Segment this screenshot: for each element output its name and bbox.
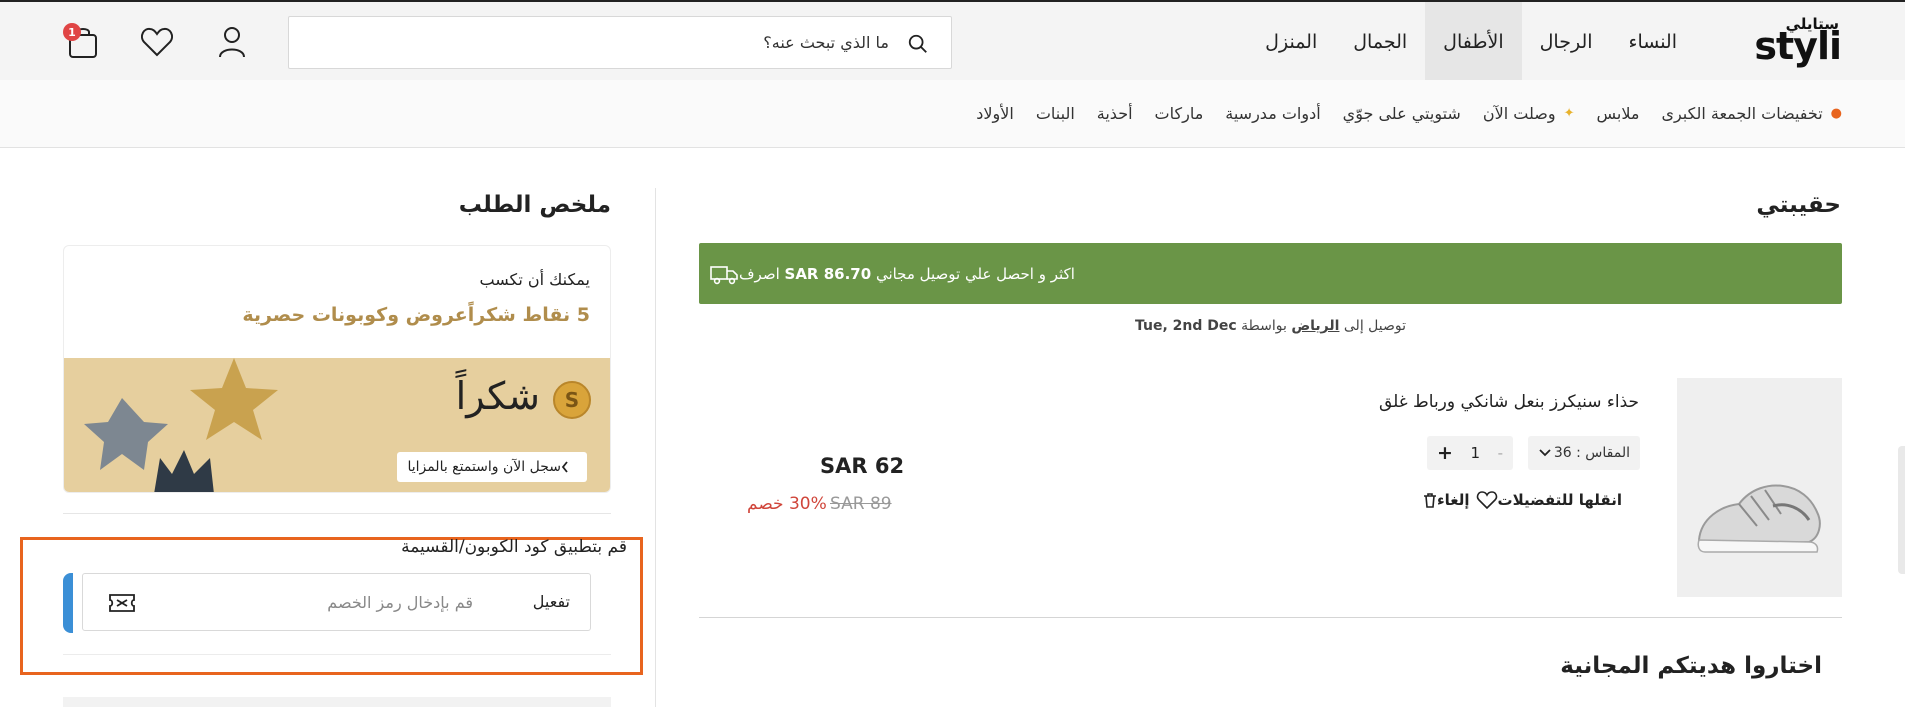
shukran-coin-icon: S [553, 381, 591, 419]
subnav-boys[interactable]: الأولاد [976, 104, 1014, 123]
subnav-clothing[interactable]: ملابس [1596, 104, 1639, 123]
free-shipping-banner: اصرف SAR 86.70 اكثر و احصل علي توصيل مجا… [699, 243, 1842, 304]
fire-icon: ● [1830, 106, 1842, 121]
scrollbar-handle[interactable] [1898, 446, 1905, 574]
nav-women[interactable]: النساء [1611, 2, 1695, 82]
nav-beauty[interactable]: الجمال [1335, 2, 1425, 82]
cart-title: حقيبتي [1756, 192, 1841, 218]
item-actions: إلغاء انقلها للتفضيلات [1417, 490, 1652, 510]
cart-count-badge: 1 [63, 23, 81, 41]
summary-next-block [63, 697, 611, 707]
qty-decrease-button[interactable]: - [1498, 444, 1503, 462]
nav-home[interactable]: المنزل [1247, 2, 1335, 82]
order-summary-title: ملخص الطلب [458, 192, 611, 218]
subnav-label: وصلت الآن [1482, 104, 1556, 123]
chevron-left-icon [561, 461, 568, 473]
product-name[interactable]: حذاء سنيكرز بنعل شانكي ورباط غلق [1379, 392, 1639, 412]
apply-coupon-button[interactable]: تفعيل [533, 592, 570, 611]
free-gift-title: اختاروا هديتكم المجانية [1560, 653, 1822, 679]
item-discount: 30% خصم [747, 494, 827, 514]
banner-suffix: اكثر و احصل علي توصيل مجاني [875, 264, 1075, 283]
banner-amount: SAR 86.70 [784, 264, 872, 283]
logo-latin: styli [1754, 24, 1842, 68]
delivery-by: بواسطة [1241, 318, 1287, 334]
shukran-banner: S شكراً سجل الآن واستمتع بالمزايا [64, 358, 610, 492]
qty-increase-button[interactable]: + [1437, 442, 1453, 464]
delivery-date: Tue, 2nd Dec [1134, 318, 1237, 334]
subnav-label: شتويتي على جوّي [1342, 104, 1461, 123]
subnav-label: تخفيضات الجمعة الكبرى [1661, 104, 1823, 123]
ticket-icon [109, 594, 135, 612]
sneaker-image [1697, 484, 1821, 553]
decorative-stars-icon [84, 358, 278, 492]
trash-icon [1423, 493, 1436, 508]
sparkle-icon: ✦ [1563, 106, 1575, 121]
svg-text:S: S [565, 388, 579, 412]
earn-points-value: 5 نقاط شكراًعروض وكوبونات حصرية [242, 304, 590, 326]
subnav-label: البنات [1035, 104, 1075, 123]
coupon-input[interactable] [143, 574, 473, 630]
heart-icon [1476, 491, 1497, 510]
account-icon[interactable] [213, 23, 251, 61]
subnav-school-supplies[interactable]: أدوات مدرسية [1225, 104, 1320, 123]
top-header: ستايلي styli النساء الرجال الأطفال الجما… [0, 0, 1905, 82]
subnav-girls[interactable]: البنات [1036, 104, 1075, 123]
product-image[interactable] [1677, 378, 1842, 597]
size-dropdown[interactable]: المقاس : 36 [1528, 436, 1640, 470]
delivery-truck-icon [710, 265, 738, 284]
wishlist-label: انقلها للتفضيلات [1497, 491, 1623, 509]
chevron-down-icon [1539, 449, 1551, 457]
search-box [288, 16, 952, 69]
signup-label: سجل الآن واستمتع بالمزايا [407, 459, 561, 475]
signup-benefits-button[interactable]: سجل الآن واستمتع بالمزايا [397, 452, 587, 482]
subnav-shoes[interactable]: أحذية [1097, 104, 1133, 123]
subnav-label: ماركات [1154, 104, 1204, 123]
remove-item-button[interactable]: إلغاء [1417, 491, 1470, 509]
loyalty-points-card: يمكنك أن تكسب 5 نقاط شكراًعروض وكوبونات … [63, 245, 611, 493]
summary-divider [63, 513, 611, 514]
delivery-info: توصيل إلى الرياض بواسطة Tue, 2nd Dec [699, 318, 1842, 334]
quantity-stepper: + 1 - [1427, 436, 1513, 470]
sub-nav: ● تخفيضات الجمعة الكبرى ملابس ✦ وصلت الآ… [0, 80, 1905, 148]
styli-logo[interactable]: ستايلي styli [1754, 14, 1842, 70]
subnav-label: أحذية [1096, 104, 1133, 123]
subnav-brands[interactable]: ماركات [1155, 104, 1204, 123]
subnav-label: ملابس [1596, 104, 1640, 123]
search-icon[interactable] [907, 33, 929, 55]
search-input[interactable] [289, 17, 951, 68]
column-divider [655, 188, 656, 707]
main-nav: النساء الرجال الأطفال الجمال المنزل [1247, 2, 1695, 82]
subnav-label: الأولاد [976, 104, 1014, 123]
cart-divider [699, 617, 1842, 618]
nav-kids[interactable]: الأطفال [1425, 2, 1522, 82]
nav-men[interactable]: الرجال [1522, 2, 1611, 82]
earn-label: يمكنك أن تكسب [479, 270, 591, 289]
item-original-price: SAR 89 [830, 494, 892, 514]
coupon-label: قم بتطبيق كود الكوبون/القسيمة [401, 537, 627, 557]
move-to-wishlist-button[interactable]: انقلها للتفضيلات [1470, 490, 1623, 510]
delivery-prefix: توصيل إلى [1343, 318, 1407, 334]
summary-divider [63, 654, 611, 655]
size-value: المقاس : 36 [1553, 445, 1630, 461]
remove-label: إلغاء [1436, 491, 1470, 509]
wishlist-heart-icon[interactable] [138, 23, 176, 61]
coupon-field: تفعيل [82, 573, 591, 631]
qty-value: 1 [1470, 444, 1481, 462]
subnav-label: أدوات مدرسية [1225, 104, 1321, 123]
coupon-side-tab[interactable] [63, 573, 73, 633]
subnav-black-friday[interactable]: ● تخفيضات الجمعة الكبرى [1661, 104, 1842, 123]
subnav-new-arrivals[interactable]: ✦ وصلت الآن [1483, 104, 1575, 123]
subnav-winter[interactable]: شتويتي على جوّي [1343, 104, 1461, 123]
delivery-city-link[interactable]: الرياض [1291, 318, 1339, 334]
item-price: SAR 62 [820, 454, 905, 478]
banner-prefix: اصرف [739, 264, 780, 283]
shukran-text: شكراً [455, 374, 540, 418]
